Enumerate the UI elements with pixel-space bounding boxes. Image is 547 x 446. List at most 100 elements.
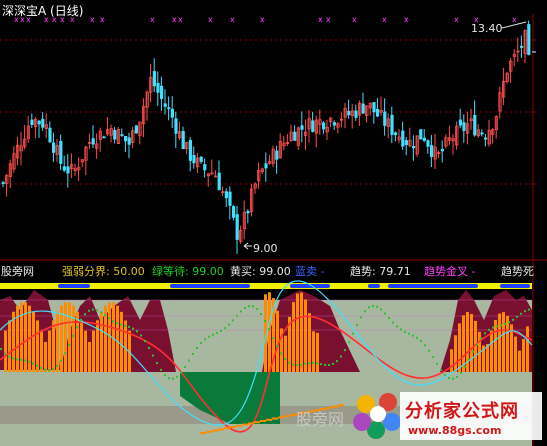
indicator-green-dot bbox=[268, 328, 270, 331]
indicator-orange-bar bbox=[268, 292, 271, 372]
indicator-green-dot bbox=[124, 324, 126, 327]
indicator-green-dot bbox=[412, 334, 414, 337]
indicator-green-dot bbox=[228, 323, 230, 326]
indicator-green-dot bbox=[468, 358, 470, 361]
watermark-brand: 分析家公式网 bbox=[405, 401, 519, 422]
indicator-green-dot bbox=[160, 368, 162, 371]
indicator-orange-bar bbox=[490, 330, 493, 372]
candle-body bbox=[390, 114, 394, 135]
candle-body bbox=[62, 166, 67, 171]
candle-body bbox=[520, 45, 524, 48]
indicator-orange-bar bbox=[4, 330, 7, 372]
indicator-orange-bar bbox=[12, 311, 15, 372]
indicator-green-dot bbox=[32, 362, 34, 365]
indicator-green-dot bbox=[284, 358, 286, 361]
indicator-green-dot bbox=[348, 341, 350, 344]
indicator-green-dot bbox=[28, 360, 30, 363]
indicator-green-dot bbox=[204, 338, 206, 341]
indicator-orange-bar bbox=[514, 336, 517, 372]
candle-body bbox=[235, 214, 239, 240]
candle-body bbox=[375, 108, 380, 117]
chart-window: xxxxxxxxxxxxxxxxxxxxxxx 深深宝A (日线) 13.40 … bbox=[0, 0, 547, 446]
candle-body bbox=[124, 135, 128, 142]
candle-body bbox=[332, 122, 337, 126]
signal-marker: x bbox=[352, 15, 357, 24]
indicator-orange-bar bbox=[124, 320, 127, 372]
candle-body bbox=[174, 118, 178, 134]
candle-body bbox=[59, 140, 63, 164]
indicator-orange-bar bbox=[300, 292, 303, 372]
indicator-green-dot bbox=[136, 330, 138, 333]
indicator-orange-bar bbox=[522, 339, 525, 372]
indicator-green-dot bbox=[56, 364, 58, 367]
indicator-orange-bar bbox=[454, 335, 457, 372]
candle-body bbox=[48, 127, 52, 143]
indicator-blue-segment bbox=[170, 284, 250, 288]
indicator-green-wait: 绿等待: 99.00 bbox=[152, 265, 224, 278]
candle-body bbox=[1, 182, 5, 184]
indicator-green-dot bbox=[396, 325, 398, 328]
indicator-green-dot bbox=[440, 368, 442, 371]
indicator-green-dot bbox=[496, 325, 498, 328]
indicator-orange-step bbox=[200, 432, 206, 434]
indicator-green-dot bbox=[168, 377, 170, 380]
signal-marker: x bbox=[150, 15, 155, 24]
indicator-green-dot bbox=[420, 339, 422, 342]
indicator-green-dot bbox=[88, 309, 90, 312]
candle-body bbox=[217, 172, 221, 191]
indicator-green-dot bbox=[512, 318, 514, 321]
indicator-green-dot bbox=[316, 362, 318, 365]
candle-body bbox=[462, 122, 466, 131]
indicator-green-dot bbox=[488, 328, 490, 331]
candle-body bbox=[321, 122, 326, 130]
indicator-green-dot bbox=[400, 328, 402, 331]
indicator-orange-bar bbox=[292, 302, 295, 372]
indicator-green-dot bbox=[4, 352, 6, 355]
candle-body bbox=[483, 137, 488, 140]
indicator-green-dot bbox=[216, 331, 218, 334]
indicator-orange-bar bbox=[120, 311, 123, 372]
indicator-green-dot bbox=[252, 305, 254, 308]
candle-body bbox=[228, 191, 232, 206]
indicator-orange-bar bbox=[16, 305, 19, 372]
indicator-green-dot bbox=[52, 368, 54, 371]
indicator-green-dot bbox=[116, 322, 118, 325]
indicator-orange-bar bbox=[458, 323, 461, 372]
indicator-blue-sell: 蓝卖 - bbox=[295, 265, 325, 278]
indicator-green-dot bbox=[12, 357, 14, 360]
candle-body bbox=[426, 140, 430, 147]
indicator-trend: 趋势: 79.71 bbox=[350, 265, 411, 278]
indicator-green-dot bbox=[444, 373, 446, 376]
indicator-green-dot bbox=[392, 321, 394, 324]
indicator-green-dot bbox=[308, 362, 310, 365]
indicator-green-dot bbox=[460, 371, 462, 374]
indicator-green-dot bbox=[340, 355, 342, 358]
candle-body bbox=[361, 103, 365, 114]
candle-body bbox=[311, 120, 315, 132]
candle-body bbox=[473, 114, 477, 136]
indicator-orange-bar bbox=[304, 299, 307, 372]
candlestick-chart[interactable]: xxxxxxxxxxxxxxxxxxxxxxx bbox=[0, 0, 547, 446]
indicator-green-dot bbox=[120, 323, 122, 326]
indicator-green-dot bbox=[240, 310, 242, 313]
indicator-orange-bar bbox=[76, 311, 79, 372]
candle-body bbox=[246, 210, 250, 214]
indicator-orange-bar bbox=[8, 320, 11, 372]
low-price-label: 9.00 bbox=[253, 242, 278, 255]
candle-body bbox=[37, 120, 41, 125]
candle-body bbox=[163, 103, 167, 107]
indicator-green-dot bbox=[60, 359, 62, 362]
signal-marker: x bbox=[90, 15, 95, 24]
indicator-green-dot bbox=[108, 317, 110, 320]
indicator-green-dot bbox=[472, 350, 474, 353]
indicator-orange-bar bbox=[44, 341, 47, 372]
candle-body bbox=[192, 154, 196, 164]
indicator-green-dot bbox=[520, 312, 522, 315]
indicator-green-dot bbox=[272, 336, 274, 339]
indicator-orange-bar bbox=[88, 341, 91, 372]
candle-body bbox=[264, 163, 268, 169]
indicator-orange-bar bbox=[284, 335, 287, 372]
indicator-green-dot bbox=[484, 332, 486, 335]
indicator-green-dot bbox=[364, 310, 366, 313]
indicator-green-dot bbox=[404, 330, 406, 333]
